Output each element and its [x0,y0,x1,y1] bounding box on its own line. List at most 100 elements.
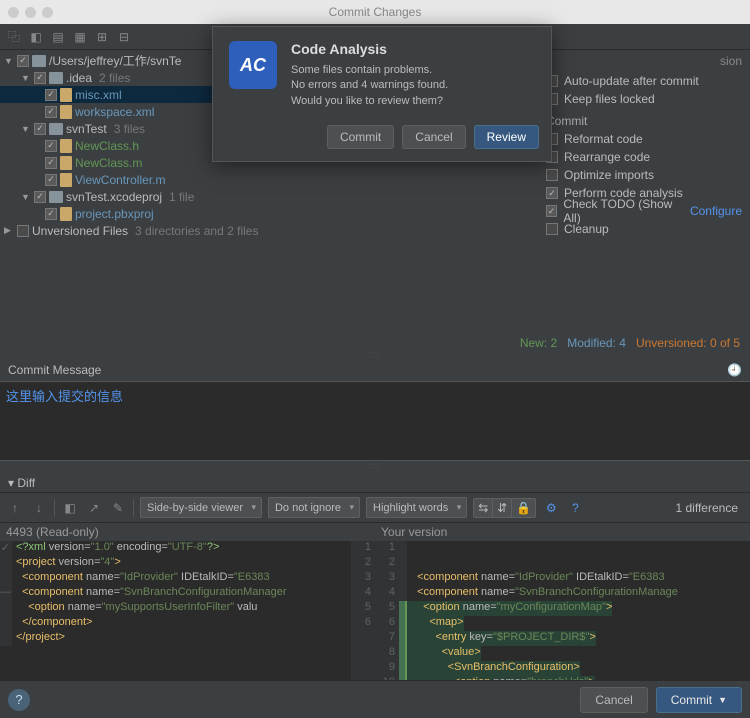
tree-file-pbxproj[interactable]: ✓ project.pbxproj [0,205,538,222]
checkbox[interactable]: ✓ [45,106,57,118]
option-keep-locked[interactable]: Keep files locked [546,90,742,108]
history-icon[interactable]: 🕘 [727,363,742,377]
traffic-lights [8,7,53,18]
expand-icon[interactable]: ⊞ [94,29,110,45]
dialog-commit-button[interactable]: Commit [327,125,394,149]
checkbox[interactable]: ✓ [546,205,557,217]
drag-handle[interactable]: :::: [0,350,750,359]
tree-label: project.pbxproj [75,207,154,221]
prev-diff-icon[interactable]: ↑ [6,499,24,517]
checkbox[interactable] [546,169,558,181]
drag-handle[interactable]: :::: [0,461,750,470]
option-label: Optimize imports [564,168,654,182]
changelist-icon[interactable]: ▤ [50,29,66,45]
next-diff-icon[interactable]: ↓ [30,499,48,517]
option-reformat[interactable]: Reformat code [546,130,742,148]
folder-icon [49,191,63,203]
commit-message-header: Commit Message 🕘 [0,359,750,381]
folder-icon [32,55,46,67]
right-code-pane[interactable]: <component name="IdProvider" IDEtalkID="… [399,541,750,691]
file-icon [60,105,72,119]
chevron-down-icon: ▼ [718,695,727,705]
window-title: Commit Changes [329,5,422,19]
checkbox[interactable]: ✓ [45,174,57,186]
tree-label: svnTest.xcodeproj [66,190,162,204]
option-todo[interactable]: ✓Check TODO (Show All) Configure [546,202,742,220]
tree-label: NewClass.m [75,156,142,170]
sync-scroll-icon[interactable]: ⇵ [493,499,512,517]
collapse-unchanged-icon[interactable]: ⇆ [474,499,493,517]
sion-fragment: sion [546,54,742,68]
checkbox[interactable]: ✓ [45,208,57,220]
checkbox[interactable]: ✓ [34,191,46,203]
option-label: Keep files locked [564,92,655,106]
bottom-bar: ? Cancel Commit▼ [0,680,750,718]
checkbox[interactable]: ✓ [45,157,57,169]
center-gutter: 11 22 33 44 55 66 7 8 9 10 11 12 13 [351,541,399,691]
tree-meta: 3 files [114,122,145,136]
compare-icon[interactable]: ◧ [61,499,79,517]
external-icon[interactable]: ↗ [85,499,103,517]
option-optimize[interactable]: Optimize imports [546,166,742,184]
dialog-review-button[interactable]: Review [474,125,539,149]
checkbox[interactable]: ✓ [34,123,46,135]
tree-label: .idea [66,71,92,85]
checkbox[interactable]: ✓ [17,55,29,67]
dialog-line: No errors and 4 warnings found. [291,78,448,93]
option-label: Reformat code [564,132,643,146]
tree-label: Unversioned Files [32,224,128,238]
cancel-button[interactable]: Cancel [580,687,647,713]
chevron-down-icon[interactable]: ▼ [4,56,14,66]
checkbox[interactable] [546,223,558,235]
configure-link[interactable]: Configure [690,204,742,218]
chevron-down-icon[interactable]: ▼ [21,73,31,83]
checkbox[interactable]: ✓ [45,89,57,101]
diff-section-header[interactable]: ▾ Diff [0,470,750,492]
tree-folder-xcodeproj[interactable]: ▼ ✓ svnTest.xcodeproj 1 file [0,188,538,205]
zoom-window-icon[interactable] [42,7,53,18]
commit-button[interactable]: Commit▼ [656,687,742,713]
tree-unversioned[interactable]: ▶ Unversioned Files 3 directories and 2 … [0,222,538,239]
option-rearrange[interactable]: Rearrange code [546,148,742,166]
chevron-down-icon[interactable]: ▼ [21,124,31,134]
help-button[interactable]: ? [8,689,30,711]
copy-icon[interactable]: ⿻ [6,29,22,45]
minimize-window-icon[interactable] [25,7,36,18]
option-label: Cleanup [564,222,609,236]
help-icon[interactable]: ? [566,499,584,517]
folder-icon [49,72,63,84]
dialog-cancel-button[interactable]: Cancel [402,125,465,149]
tree-label: NewClass.h [75,139,139,153]
checkbox[interactable]: ✓ [546,187,558,199]
status-modified: Modified: 4 [567,336,626,350]
ignore-combo[interactable]: Do not ignore [268,497,360,518]
chevron-right-icon[interactable]: ▶ [4,225,14,236]
edit-icon[interactable]: ✎ [109,499,127,517]
collapse-icon[interactable]: ⊟ [116,29,132,45]
commit-message-input[interactable]: 这里输入提交的信息 [0,381,750,461]
checkbox[interactable]: ✓ [34,72,46,84]
status-unversioned: Unversioned: 0 of 5 [636,336,740,350]
folder-icon [49,123,63,135]
titlebar: Commit Changes [0,0,750,24]
gear-icon[interactable]: ⚙ [542,499,560,517]
lock-icon[interactable]: 🔒 [512,499,535,517]
tree-file-viewcontroller[interactable]: ✓ ViewController.m [0,171,538,188]
diff-icon[interactable]: ◧ [28,29,44,45]
checkbox[interactable]: ✓ [45,140,57,152]
highlight-combo[interactable]: Highlight words [366,497,467,518]
group-icon[interactable]: ▦ [72,29,88,45]
checkbox[interactable] [17,225,29,237]
chevron-down-icon[interactable]: ▼ [21,192,31,202]
tree-meta: 1 file [169,190,194,204]
option-label: Rearrange code [564,150,650,164]
close-window-icon[interactable] [8,7,19,18]
tree-meta: 3 directories and 2 files [135,224,258,238]
left-code-pane[interactable]: ✓<?xml version="1.0" encoding="UTF-8"?> … [0,541,351,691]
commit-message-label: Commit Message [8,363,101,377]
viewer-combo[interactable]: Side-by-side viewer [140,497,262,518]
option-auto-update[interactable]: Auto-update after commit [546,72,742,90]
file-icon [60,207,72,221]
tree-meta: 2 files [99,71,130,85]
status-line: New: 2 Modified: 4 Unversioned: 0 of 5 [0,334,750,350]
